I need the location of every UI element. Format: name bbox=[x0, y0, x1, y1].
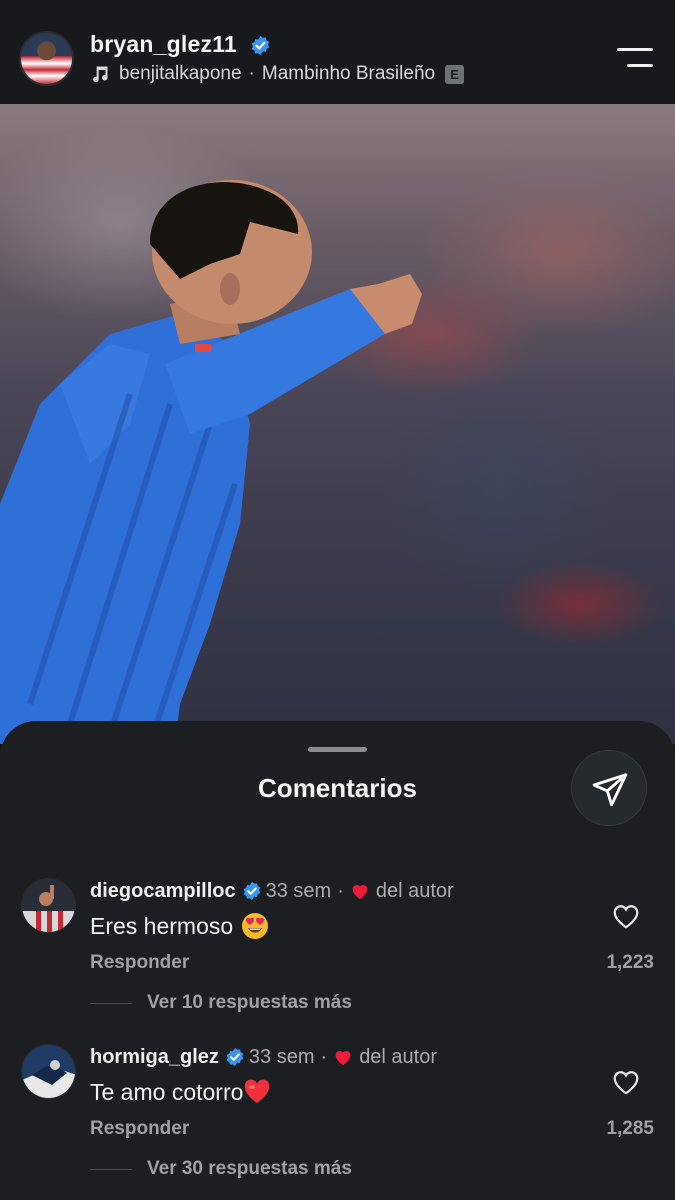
author-heart-icon bbox=[352, 885, 368, 900]
post-header: bryan_glez11 benjitalkapone · Mambinho B… bbox=[0, 0, 675, 104]
profile-avatar[interactable] bbox=[19, 31, 74, 86]
divider bbox=[90, 1002, 132, 1004]
author-heart-icon bbox=[335, 1051, 351, 1066]
post-username[interactable]: bryan_glez11 bbox=[90, 31, 237, 58]
author-label: del autor bbox=[359, 1045, 438, 1068]
post-photo[interactable] bbox=[0, 104, 675, 744]
avatar[interactable] bbox=[21, 1044, 76, 1099]
comment-header: hormiga_glez 33 sem · del autor bbox=[90, 1044, 437, 1070]
view-replies-button[interactable]: Ver 30 respuestas más bbox=[90, 1158, 352, 1180]
share-button[interactable] bbox=[571, 750, 647, 826]
comment-separator: · bbox=[320, 1045, 328, 1068]
avatar[interactable] bbox=[21, 878, 76, 933]
comment-text-row: Te amo cotorro bbox=[90, 1078, 271, 1106]
comment-separator: · bbox=[337, 879, 344, 902]
reply-button[interactable]: Responder bbox=[90, 952, 189, 974]
explicit-badge: E bbox=[445, 64, 465, 84]
heart-outline-icon[interactable] bbox=[611, 1068, 641, 1096]
music-attribution[interactable]: benjitalkapone · Mambinho Brasileño E bbox=[90, 62, 465, 86]
send-icon bbox=[592, 773, 628, 807]
comment-text: Te amo cotorro bbox=[90, 1078, 244, 1105]
red-heart-emoji bbox=[245, 1079, 270, 1103]
comments-sheet: Comentarios diegocampilloc 33 sem · del … bbox=[0, 721, 675, 1200]
comment-age: 33 sem bbox=[265, 879, 332, 902]
menu-icon[interactable] bbox=[617, 46, 655, 70]
comment-item: diegocampilloc 33 sem · del autor Eres h… bbox=[0, 878, 675, 1028]
comment-text-row: Eres hermoso bbox=[90, 912, 269, 940]
sheet-grabber[interactable] bbox=[308, 747, 367, 752]
music-artist: benjitalkapone bbox=[119, 63, 242, 84]
player-illustration bbox=[0, 180, 422, 744]
comment-text: Eres hermoso bbox=[90, 912, 234, 939]
heart-outline-icon[interactable] bbox=[611, 902, 641, 930]
comment-item: hormiga_glez 33 sem · del autor Te amo c… bbox=[0, 1044, 675, 1194]
view-replies-label: Ver 10 respuestas más bbox=[147, 992, 352, 1013]
heart-eyes-emoji bbox=[242, 913, 269, 939]
verified-badge-icon bbox=[251, 35, 270, 56]
verified-badge-icon bbox=[226, 1047, 244, 1067]
divider bbox=[90, 1168, 132, 1170]
like-count: 1,223 bbox=[606, 952, 654, 973]
view-replies-label: Ver 30 respuestas más bbox=[147, 1158, 352, 1179]
like-count: 1,285 bbox=[606, 1118, 654, 1139]
verified-badge-icon bbox=[243, 881, 260, 901]
music-track: Mambinho Brasileño bbox=[261, 63, 436, 84]
music-separator: · bbox=[248, 63, 255, 84]
comment-username[interactable]: diegocampilloc bbox=[90, 880, 236, 903]
reply-button[interactable]: Responder bbox=[90, 1118, 189, 1140]
view-replies-button[interactable]: Ver 10 respuestas más bbox=[90, 992, 352, 1014]
comment-age: 33 sem bbox=[248, 1045, 315, 1068]
comment-username[interactable]: hormiga_glez bbox=[90, 1046, 219, 1069]
music-note-icon bbox=[93, 66, 108, 83]
comment-header: diegocampilloc 33 sem · del autor bbox=[90, 878, 454, 904]
author-label: del autor bbox=[375, 879, 454, 902]
